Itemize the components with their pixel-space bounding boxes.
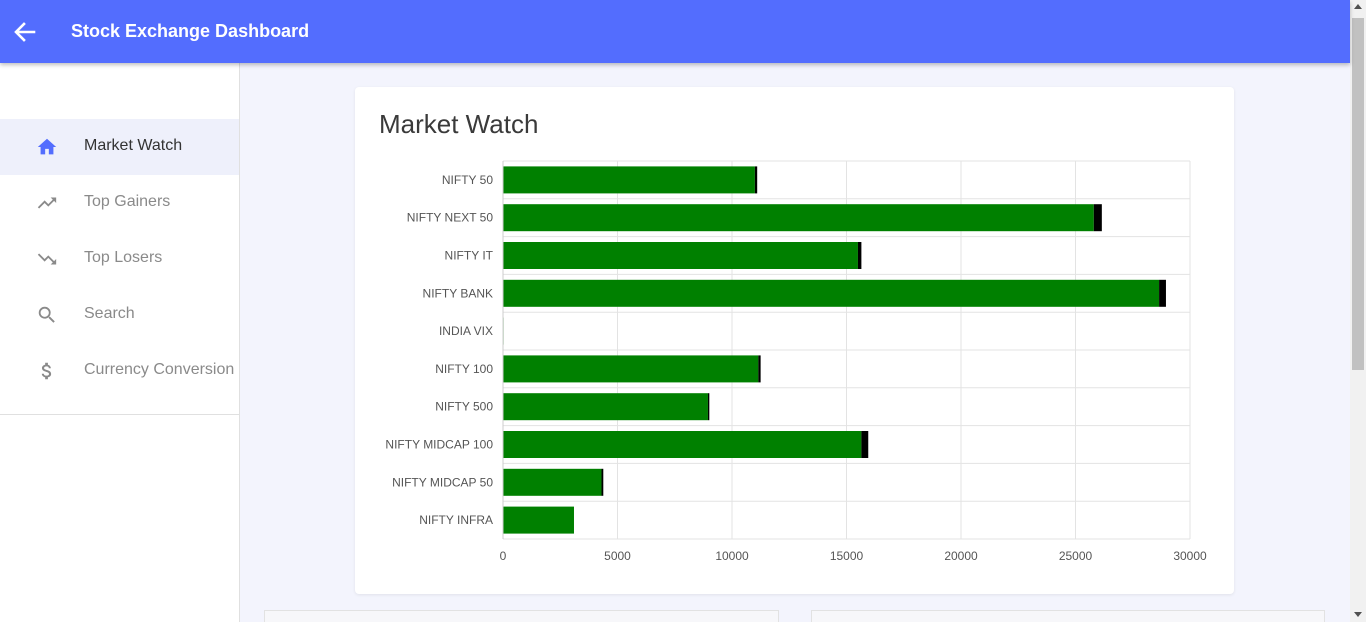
scroll-up-arrow-icon[interactable] bbox=[1354, 4, 1362, 9]
category-label: NIFTY MIDCAP 50 bbox=[392, 475, 493, 489]
category-label: NIFTY INFRA bbox=[419, 513, 493, 527]
back-button[interactable] bbox=[10, 17, 40, 47]
x-tick-label: 0 bbox=[500, 549, 507, 563]
scrollbar-thumb[interactable] bbox=[1352, 18, 1364, 370]
category-label: NIFTY 500 bbox=[435, 400, 493, 414]
bar bbox=[503, 506, 574, 534]
app-title: Stock Exchange Dashboard bbox=[71, 21, 310, 41]
arrow-left-icon bbox=[14, 22, 36, 42]
sidebar-item-label: Market Watch bbox=[84, 137, 183, 154]
trending-down-icon bbox=[37, 253, 57, 265]
x-tick-label: 5000 bbox=[604, 549, 631, 563]
x-tick-label: 30000 bbox=[1173, 549, 1207, 563]
bar-cap bbox=[1159, 279, 1166, 307]
bar bbox=[503, 166, 755, 194]
sidebar-item-top-gainers[interactable]: Top Gainers bbox=[0, 175, 239, 231]
dollar-icon bbox=[41, 362, 52, 380]
category-label: NIFTY MIDCAP 100 bbox=[385, 438, 493, 452]
bottom-card-right bbox=[811, 610, 1325, 622]
bottom-card-left bbox=[264, 610, 779, 622]
bar-cap bbox=[861, 431, 869, 458]
bar-cap bbox=[857, 242, 862, 269]
bar-cap bbox=[601, 468, 604, 496]
category-label: NIFTY 100 bbox=[435, 362, 493, 376]
sidebar-item-label: Top Losers bbox=[84, 249, 163, 266]
bar bbox=[503, 204, 1094, 232]
vertical-scrollbar[interactable] bbox=[1350, 0, 1366, 622]
bar-cap bbox=[758, 355, 761, 383]
bar-cap bbox=[707, 393, 710, 421]
sidebar-item-search[interactable]: Search bbox=[0, 287, 239, 343]
bar bbox=[503, 468, 602, 496]
bar-cap bbox=[1093, 204, 1102, 232]
sidebar-item-label: Top Gainers bbox=[84, 193, 171, 210]
bar bbox=[503, 431, 862, 458]
bar-cap bbox=[754, 166, 758, 194]
bar bbox=[503, 393, 708, 421]
scroll-down-arrow-icon[interactable] bbox=[1354, 612, 1362, 617]
category-label: INDIA VIX bbox=[439, 324, 493, 338]
sidebar-item-market-watch[interactable]: Market Watch bbox=[0, 119, 239, 175]
trending-up-icon bbox=[37, 197, 57, 209]
market-watch-chart: NIFTY 50 NIFTY NEXT 50 NIFTY IT NIFTY BANK I… bbox=[385, 160, 1207, 563]
sidebar-item-label: Search bbox=[84, 305, 135, 322]
x-tick-label: 15000 bbox=[830, 549, 864, 563]
sidebar-item-top-losers[interactable]: Top Losers bbox=[0, 231, 239, 287]
category-label: NIFTY BANK bbox=[423, 286, 493, 300]
x-tick-label: 25000 bbox=[1059, 549, 1093, 563]
home-icon bbox=[37, 138, 57, 155]
category-label: NIFTY NEXT 50 bbox=[407, 211, 494, 225]
x-tick-label: 20000 bbox=[944, 549, 978, 563]
sidebar-divider bbox=[0, 414, 239, 415]
bar bbox=[503, 242, 858, 269]
category-label: NIFTY 50 bbox=[442, 173, 493, 187]
sidebar-nav: Market Watch Top Gainers Top Losers Sear… bbox=[0, 119, 239, 399]
x-tick-label: 10000 bbox=[715, 549, 749, 563]
category-label: NIFTY IT bbox=[445, 249, 494, 263]
search-icon bbox=[38, 306, 55, 323]
sidebar-item-currency-conversion[interactable]: Currency Conversion bbox=[0, 343, 239, 399]
bar bbox=[503, 355, 759, 383]
sidebar: Market Watch Top Gainers Top Losers Sear… bbox=[0, 63, 240, 622]
app-header: Stock Exchange Dashboard bbox=[0, 0, 1350, 63]
sidebar-item-label: Currency Conversion bbox=[84, 361, 235, 378]
bar bbox=[503, 279, 1160, 307]
market-watch-card: Market Watch NIFTY 50 NIFTY NEXT 50 NIFTY … bbox=[355, 87, 1234, 594]
